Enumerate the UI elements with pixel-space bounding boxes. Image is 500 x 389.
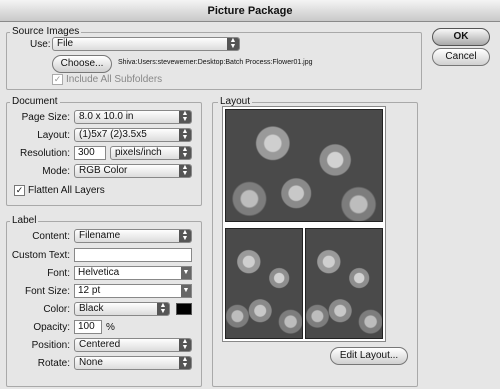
mode-value: RGB Color <box>79 165 128 176</box>
rotate-label: Rotate: <box>37 358 70 369</box>
source-images-group-label: Source Images <box>10 26 82 37</box>
position-value: Centered <box>79 339 121 350</box>
content-select[interactable]: Filename ▲ ▼ <box>74 229 192 243</box>
font-label: Font: <box>47 268 70 279</box>
layout-preview <box>222 106 386 342</box>
flatten-layers-label: Flatten All Layers <box>28 185 105 196</box>
layout-select[interactable]: (1)5x7 (2)3.5x5 ▲ ▼ <box>74 128 192 142</box>
font-size-label: Font Size: <box>24 286 70 297</box>
color-label: Color: <box>43 304 70 315</box>
page-size-label: Page Size: <box>21 112 70 123</box>
font-size-value: 12 pt <box>78 285 101 296</box>
color-select[interactable]: Black ▲ ▼ <box>74 302 170 316</box>
custom-text-input[interactable] <box>74 248 192 262</box>
content-label: Content: <box>32 231 70 242</box>
font-combo[interactable]: Helvetica ▼ <box>74 266 192 280</box>
use-select[interactable]: File ▲ ▼ <box>52 37 240 51</box>
edit-layout-button[interactable]: Edit Layout... <box>330 347 408 365</box>
resolution-unit-select[interactable]: pixels/inch ▲ ▼ <box>110 146 192 160</box>
photo-3.5x5-right <box>305 228 383 339</box>
chevron-down-icon: ▼ <box>181 285 191 297</box>
resolution-label: Resolution: <box>19 148 70 159</box>
resolution-unit-value: pixels/inch <box>115 147 162 158</box>
photo-5x7 <box>225 109 383 222</box>
chevron-updown-icon: ▲ ▼ <box>179 110 191 123</box>
mode-label: Mode: <box>42 166 70 177</box>
mode-select[interactable]: RGB Color ▲ ▼ <box>74 164 192 178</box>
file-path: Shiva:Users:stevewerner:Desktop:Batch Pr… <box>118 59 313 66</box>
chevron-updown-icon: ▲ ▼ <box>179 229 191 242</box>
content-value: Filename <box>79 230 121 241</box>
color-swatch[interactable] <box>176 303 192 315</box>
chevron-updown-icon: ▲ ▼ <box>179 146 191 159</box>
chevron-updown-icon: ▲ ▼ <box>179 164 191 177</box>
position-select[interactable]: Centered ▲ ▼ <box>74 338 192 352</box>
rotate-select[interactable]: None ▲ ▼ <box>74 356 192 370</box>
photo-3.5x5-left <box>225 228 303 339</box>
chevron-down-icon: ▼ <box>181 267 191 279</box>
page-size-value: 8.0 x 10.0 in <box>79 111 134 122</box>
flatten-layers-checkbox[interactable]: ✓ <box>14 185 25 196</box>
color-value: Black <box>79 303 104 314</box>
layout-value: (1)5x7 (2)3.5x5 <box>79 129 147 140</box>
dialog-body: OK Cancel Source Images Use: File ▲ ▼ Cho… <box>0 22 500 389</box>
opacity-value: 100 <box>78 321 95 332</box>
document-group-label: Document <box>10 96 60 107</box>
rotate-value: None <box>79 357 103 368</box>
ok-button[interactable]: OK <box>432 28 490 46</box>
resolution-input[interactable]: 300 <box>74 146 106 160</box>
include-subfolders-checkbox[interactable]: ✓ <box>52 74 63 85</box>
position-label: Position: <box>31 340 70 351</box>
opacity-unit: % <box>106 322 115 333</box>
chevron-updown-icon: ▲ ▼ <box>179 128 191 141</box>
custom-text-label: Custom Text: <box>11 250 70 261</box>
use-label: Use: <box>30 39 51 50</box>
opacity-input[interactable]: 100 <box>74 320 102 334</box>
label-group-label: Label <box>10 215 39 226</box>
opacity-label: Opacity: <box>33 322 70 333</box>
page-size-select[interactable]: 8.0 x 10.0 in ▲ ▼ <box>74 110 192 124</box>
font-value: Helvetica <box>78 267 120 278</box>
font-size-combo[interactable]: 12 pt ▼ <box>74 284 192 298</box>
chevron-updown-icon: ▲ ▼ <box>179 356 191 369</box>
chevron-updown-icon: ▲ ▼ <box>227 37 239 50</box>
cancel-button[interactable]: Cancel <box>432 48 490 66</box>
use-select-value: File <box>57 38 74 49</box>
chevron-updown-icon: ▲ ▼ <box>157 302 169 315</box>
window-title: Picture Package <box>0 0 500 22</box>
chevron-updown-icon: ▲ ▼ <box>179 338 191 351</box>
choose-button[interactable]: Choose... <box>52 55 112 73</box>
layout-label: Layout: <box>37 130 70 141</box>
include-subfolders-label: Include All Subfolders <box>66 74 163 85</box>
